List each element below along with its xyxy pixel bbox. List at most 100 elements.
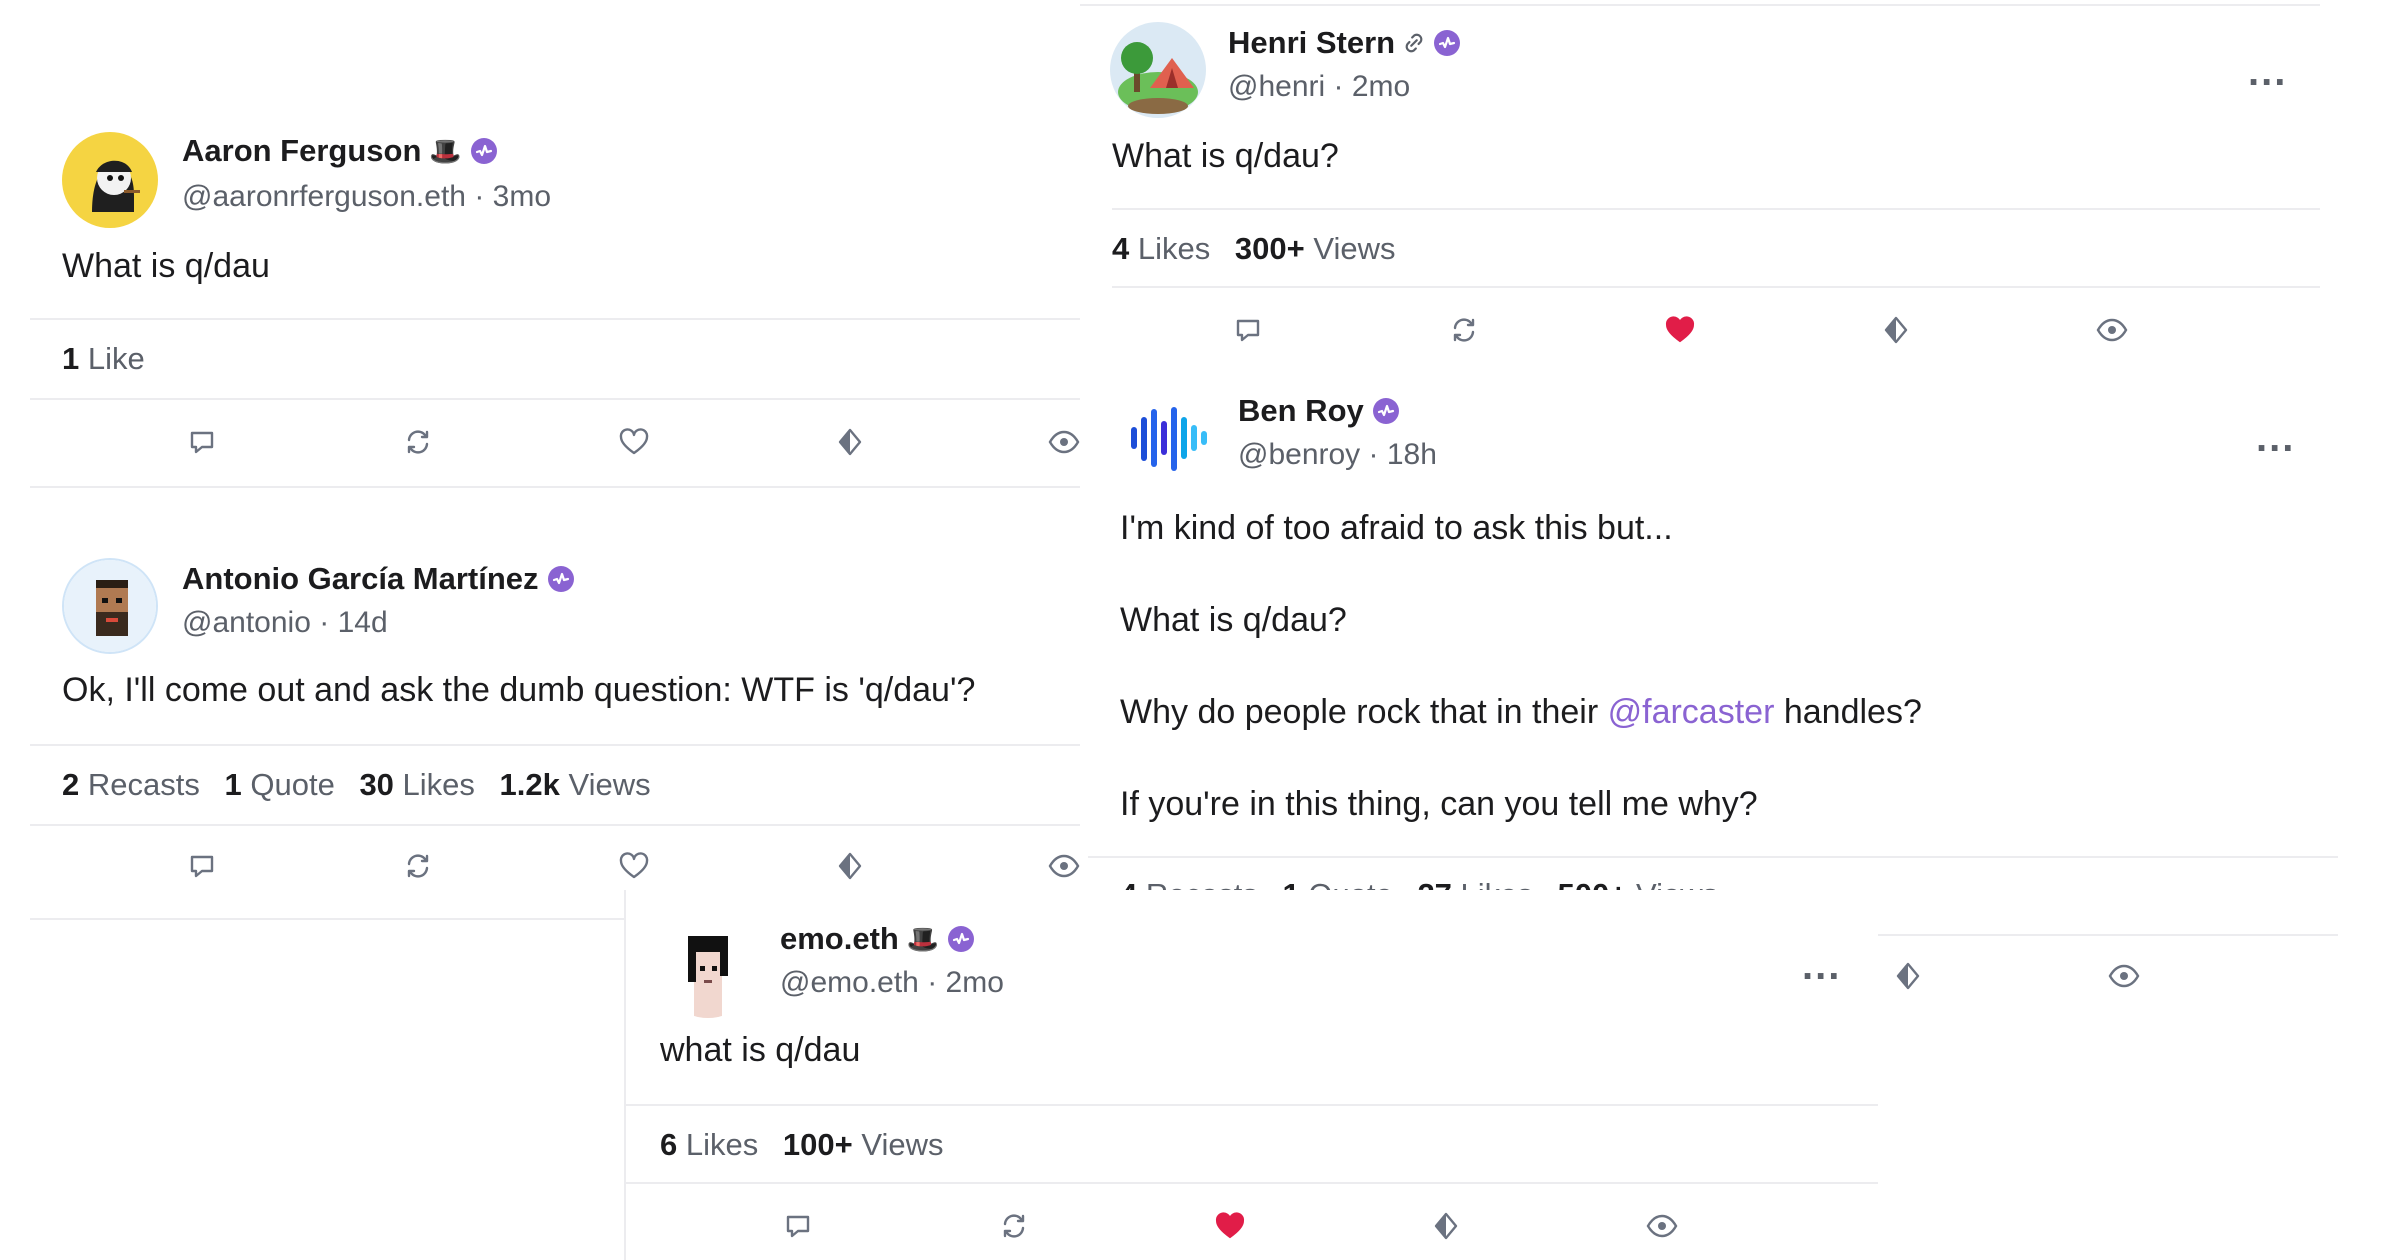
cast-stats: 2 Recasts 1 Quote 30 Likes 1.2k Views	[62, 766, 667, 804]
tip-diamond-icon[interactable]	[830, 422, 870, 462]
views-stat[interactable]: 1.2k Views	[500, 767, 651, 802]
author-name[interactable]: Ben Roy	[1238, 392, 1400, 430]
author-handle[interactable]: @antonio · 14d	[182, 604, 388, 642]
cast-card-henri: Henri Stern @henri · 2mo ... What is q/d…	[1080, 0, 2320, 360]
likes-stat[interactable]: 1 Like	[62, 341, 145, 376]
quote-label: Quote	[250, 767, 335, 802]
avatar[interactable]	[1120, 390, 1216, 486]
recast-icon[interactable]	[994, 1206, 1034, 1246]
cast-text: What is q/dau	[62, 247, 270, 285]
cast-text-line-3: Why do people rock that in their @farcas…	[1120, 690, 1922, 734]
likes-stat[interactable]: 30 Likes	[359, 767, 474, 802]
timestamp[interactable]: 3mo	[493, 180, 551, 213]
like-filled-icon[interactable]	[1210, 1206, 1250, 1246]
likes-label: Like	[87, 341, 145, 376]
text-segment: handles?	[1783, 693, 1922, 731]
tip-diamond-icon[interactable]	[1876, 310, 1916, 350]
author-handle[interactable]: @emo.eth · 2mo	[780, 964, 1004, 1002]
handle-text: @henri	[1228, 70, 1326, 103]
timestamp[interactable]: 14d	[338, 606, 388, 639]
reply-icon[interactable]	[778, 1206, 818, 1246]
divider	[30, 318, 1080, 320]
cast-stats: 4 Likes 300+ Views	[1112, 230, 1411, 268]
author-name[interactable]: Antonio García Martínez	[182, 560, 575, 598]
action-bar	[30, 846, 1080, 886]
divider	[30, 744, 1080, 746]
like-filled-icon[interactable]	[1660, 310, 1700, 350]
timestamp[interactable]: 2mo	[946, 966, 1004, 999]
like-icon[interactable]	[614, 422, 654, 462]
card-top-border	[1080, 4, 2320, 6]
recast-icon[interactable]	[398, 846, 438, 886]
link-icon	[1403, 32, 1425, 54]
like-icon[interactable]	[614, 846, 654, 886]
recast-icon[interactable]	[398, 422, 438, 462]
author-name-text: emo.eth	[780, 921, 899, 956]
text-segment: Why do people rock that in their	[1120, 693, 1599, 731]
author-name[interactable]: emo.eth 🎩	[780, 920, 975, 958]
verified-badge-icon	[947, 925, 975, 953]
divider	[30, 824, 1080, 826]
avatar[interactable]	[660, 922, 756, 1018]
author-name-text: Aaron Ferguson	[182, 133, 422, 168]
reply-icon[interactable]	[182, 422, 222, 462]
avatar[interactable]	[62, 558, 158, 654]
likes-stat[interactable]: 4 Likes	[1112, 231, 1210, 266]
quote-stat[interactable]: 1 Quote	[224, 767, 334, 802]
recasts-stat[interactable]: 2 Recasts	[62, 767, 200, 802]
cast-card-emo: emo.eth 🎩 @emo.eth · 2mo ... what is q/d…	[624, 890, 1878, 1260]
author-handle[interactable]: @benroy · 18h	[1238, 436, 1437, 474]
more-options-button[interactable]: ...	[2248, 52, 2287, 92]
recast-icon[interactable]	[1444, 310, 1484, 350]
verified-badge-icon	[1372, 397, 1400, 425]
avatar[interactable]	[1110, 22, 1206, 118]
author-name-text: Henri Stern	[1228, 25, 1396, 60]
divider	[1088, 856, 2338, 858]
separator: ·	[927, 966, 938, 999]
likes-label: Likes	[685, 1127, 759, 1162]
views-stat[interactable]: 300+ Views	[1235, 231, 1396, 266]
cast-text: what is q/dau	[660, 1031, 861, 1069]
author-name-text: Ben Roy	[1238, 393, 1364, 428]
cast-text-line-1: I'm kind of too afraid to ask this but..…	[1120, 509, 1673, 547]
top-hat-icon: 🎩	[429, 136, 462, 166]
views-stat[interactable]: 100+ Views	[783, 1127, 944, 1162]
likes-label: Likes	[402, 767, 475, 802]
quote-count: 1	[224, 767, 242, 802]
views-count: 300+	[1234, 231, 1305, 266]
action-bar	[626, 1206, 1878, 1246]
avatar[interactable]	[62, 132, 158, 228]
likes-stat[interactable]: 6 Likes	[660, 1127, 758, 1162]
verified-badge-icon	[470, 137, 498, 165]
likes-count: 30	[359, 767, 394, 802]
tip-diamond-icon[interactable]	[1888, 956, 1928, 996]
views-label: Views	[1313, 231, 1396, 266]
author-name[interactable]: Henri Stern	[1228, 24, 1461, 62]
tip-diamond-icon[interactable]	[1426, 1206, 1466, 1246]
more-options-button[interactable]: ...	[1802, 946, 1841, 986]
views-eye-icon[interactable]	[1642, 1206, 1682, 1246]
separator: ·	[1333, 70, 1344, 103]
divider	[626, 1104, 1878, 1106]
timestamp[interactable]: 2mo	[1352, 70, 1410, 103]
reply-icon[interactable]	[1228, 310, 1268, 350]
mention-link[interactable]: @farcaster	[1608, 693, 1775, 731]
views-eye-icon[interactable]	[2104, 956, 2144, 996]
cast-text-line-4: If you're in this thing, can you tell me…	[1120, 785, 1758, 823]
views-eye-icon[interactable]	[2092, 310, 2132, 350]
views-eye-icon[interactable]	[1044, 422, 1080, 462]
author-handle[interactable]: @henri · 2mo	[1228, 68, 1410, 106]
author-name[interactable]: Aaron Ferguson 🎩	[182, 132, 498, 170]
tip-diamond-icon[interactable]	[830, 846, 870, 886]
cast-card-aaron: Aaron Ferguson 🎩 @aaronrferguson.eth · 3…	[30, 108, 1080, 488]
views-label: Views	[568, 767, 651, 802]
views-eye-icon[interactable]	[1044, 846, 1080, 886]
views-count: 100+	[782, 1127, 853, 1162]
likes-count: 6	[660, 1127, 678, 1162]
divider	[626, 1182, 1878, 1184]
more-options-button[interactable]: ...	[2256, 418, 2295, 458]
likes-count: 1	[62, 341, 80, 376]
timestamp[interactable]: 18h	[1387, 438, 1437, 471]
author-handle[interactable]: @aaronrferguson.eth · 3mo	[182, 178, 551, 216]
reply-icon[interactable]	[182, 846, 222, 886]
